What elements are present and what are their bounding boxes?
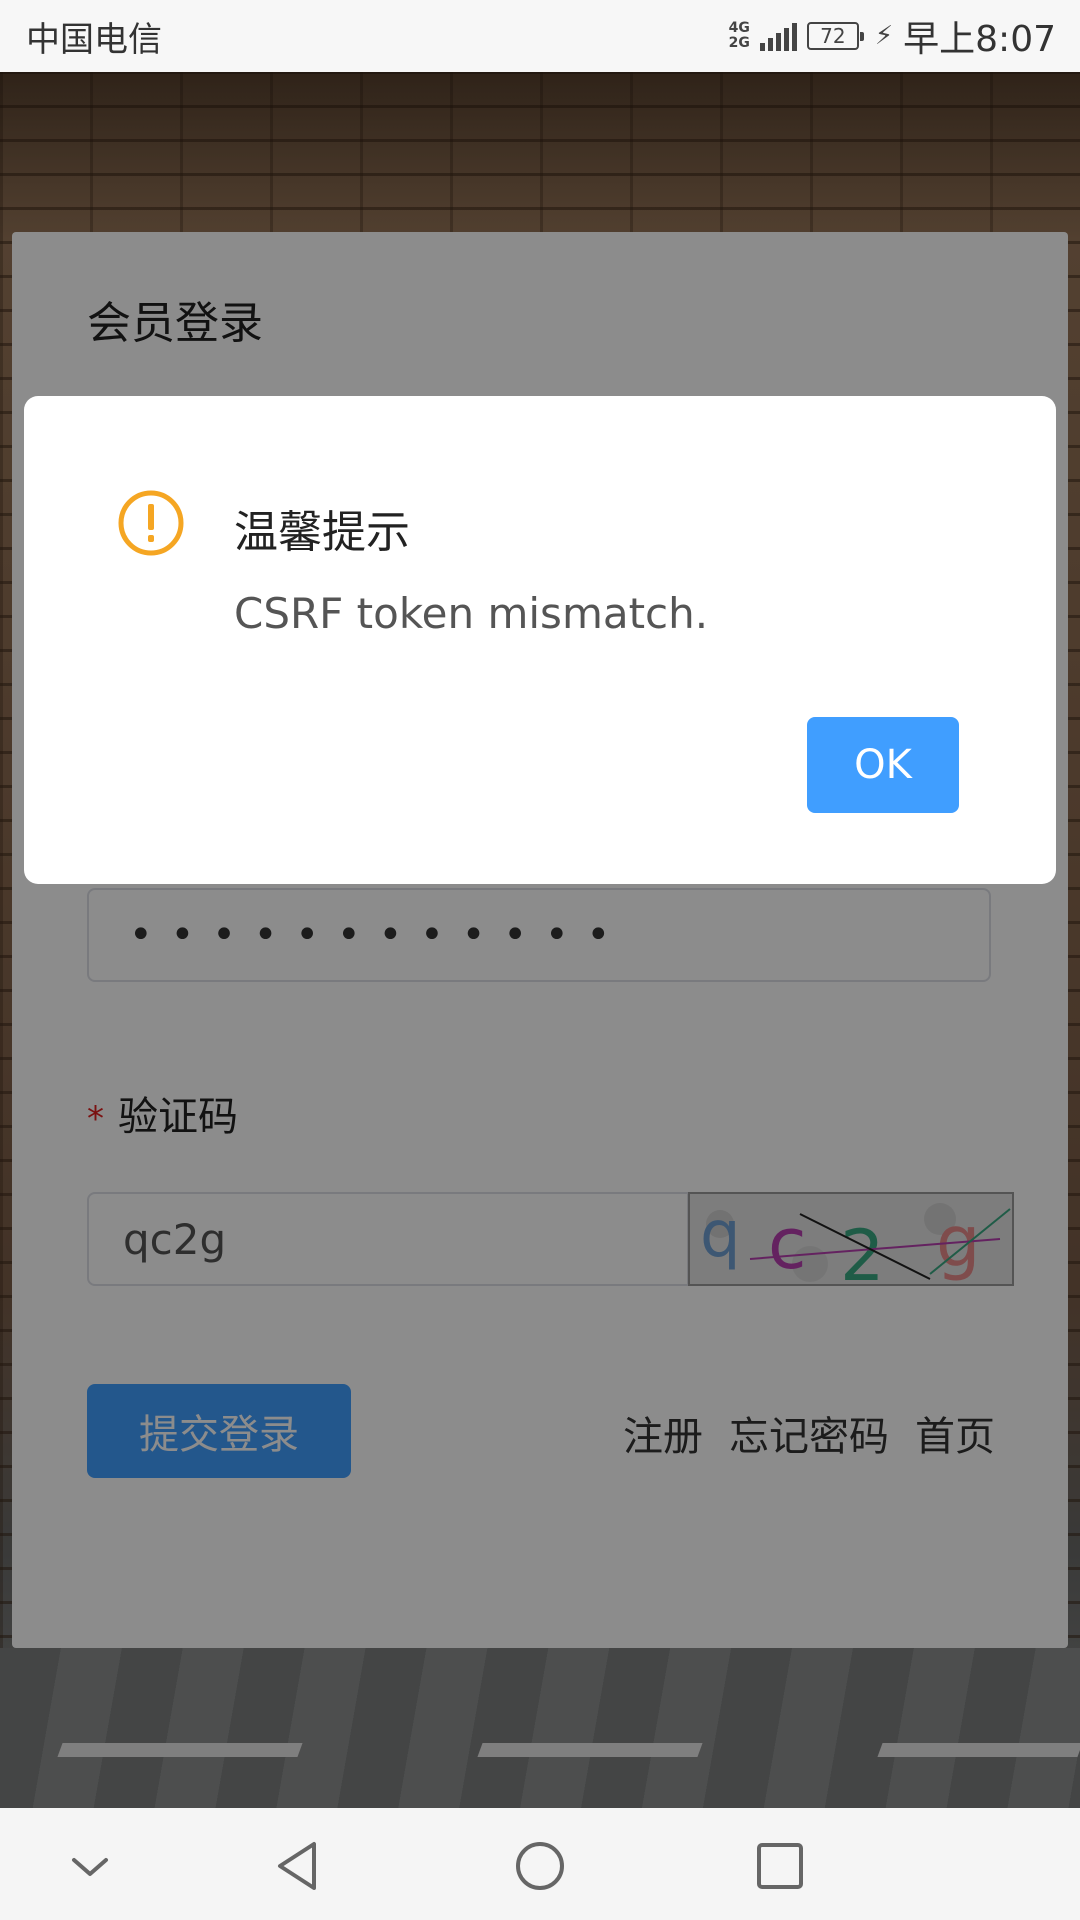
carrier-name: 中国电信 (26, 19, 162, 60)
dialog-title: 温馨提示 (234, 507, 410, 558)
back-icon[interactable] (270, 1838, 330, 1894)
clock: 早上8:07 (903, 19, 1056, 60)
battery-level: 72 (820, 24, 846, 48)
status-indicators: 4G 2G 72 ⚡ 早上8:07 (729, 10, 1056, 62)
charging-icon: ⚡ (874, 21, 894, 51)
home-icon[interactable] (510, 1838, 570, 1894)
recents-icon[interactable] (750, 1838, 810, 1894)
collapse-icon[interactable] (60, 1838, 120, 1894)
battery-icon: 72 (806, 22, 864, 50)
status-bar: 中国电信 4G 2G 72 ⚡ 早上8:07 (0, 0, 1080, 72)
network-type-icon: 4G 2G (728, 20, 750, 51)
signal-icon (759, 21, 797, 51)
alert-dialog: 温馨提示 CSRF token mismatch. OK (24, 396, 1056, 884)
modal-overlay[interactable] (0, 72, 1080, 1808)
warning-icon (118, 490, 184, 556)
ok-button[interactable]: OK (807, 717, 959, 813)
navigation-bar (0, 1808, 1080, 1920)
dialog-message: CSRF token mismatch. (234, 589, 709, 638)
